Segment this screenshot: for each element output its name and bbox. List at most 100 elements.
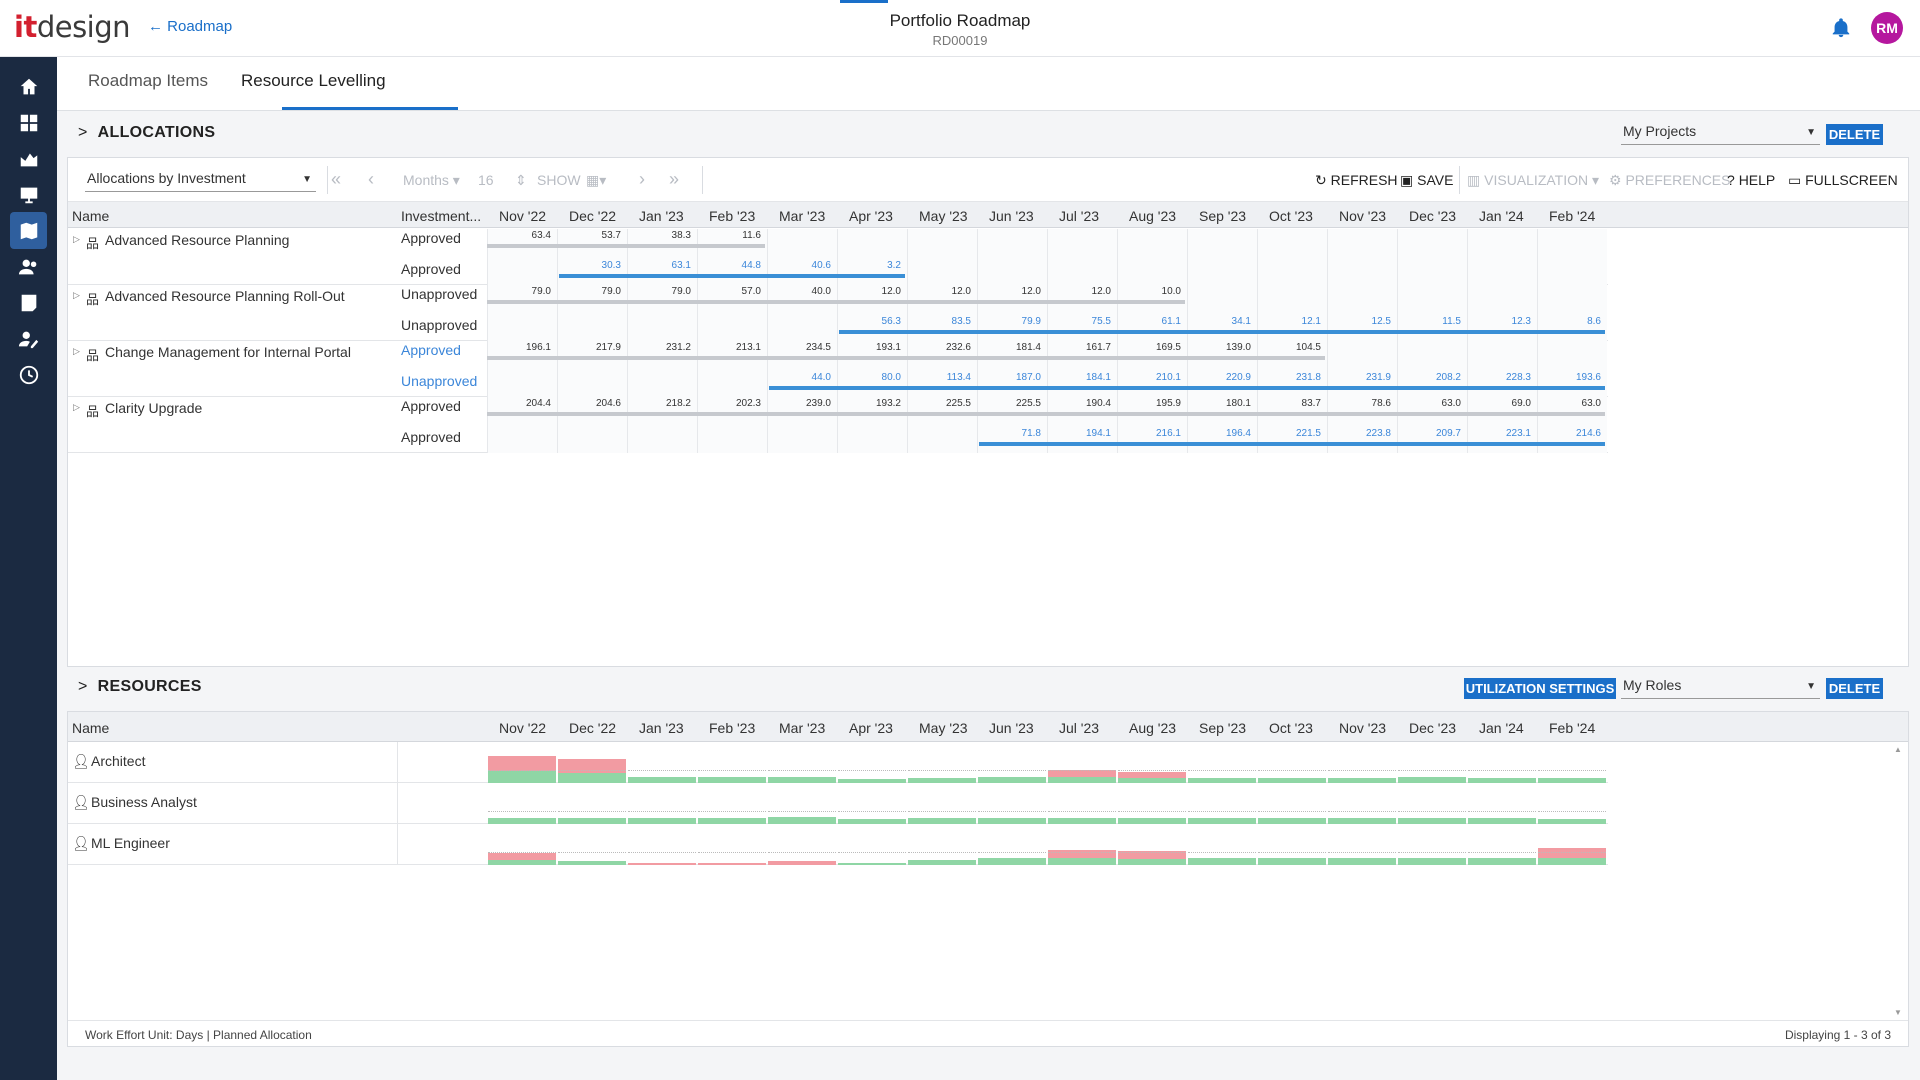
expand-icon[interactable]: ▷ (73, 234, 80, 245)
allocation-value[interactable]: 225.5 (931, 398, 971, 409)
allocation-value[interactable]: 75.5 (1071, 316, 1111, 327)
utilization-cell[interactable] (1398, 824, 1466, 865)
calendar-icon[interactable]: ▦▾ (586, 172, 606, 189)
utilization-cell[interactable] (908, 742, 976, 783)
fullscreen-button[interactable]: ▭ FULLSCREEN (1788, 172, 1898, 189)
view-select[interactable]: Allocations by Investment ▼ (85, 170, 316, 192)
approved-allocation-bar[interactable] (487, 412, 1605, 416)
allocation-value[interactable]: 214.6 (1561, 428, 1601, 439)
utilization-cell[interactable] (1048, 824, 1116, 865)
allocation-value[interactable]: 38.3 (651, 230, 691, 241)
utilization-cell[interactable] (838, 824, 906, 865)
scrollbar[interactable]: ▲ ▼ (1894, 745, 1906, 1017)
allocation-value[interactable]: 220.9 (1211, 372, 1251, 383)
people-icon[interactable] (10, 248, 47, 285)
allocation-value[interactable]: 210.1 (1141, 372, 1181, 383)
utilization-cell[interactable] (1118, 742, 1186, 783)
allocation-value[interactable]: 190.4 (1071, 398, 1111, 409)
allocation-value[interactable]: 11.6 (721, 230, 761, 241)
allocation-value[interactable]: 228.3 (1491, 372, 1531, 383)
avatar[interactable]: RM (1871, 12, 1903, 44)
table-row[interactable]: ▷ 品 Change Management for Internal Portal A… (68, 341, 1608, 397)
allocation-value[interactable]: 218.2 (651, 398, 691, 409)
utilization-cell[interactable] (1118, 783, 1186, 824)
utilization-cell[interactable] (1398, 742, 1466, 783)
last-page-icon[interactable]: » (669, 169, 679, 190)
utilization-cell[interactable] (628, 824, 696, 865)
allocation-value[interactable]: 30.3 (581, 260, 621, 271)
allocation-value[interactable]: 231.2 (651, 342, 691, 353)
allocation-value[interactable]: 12.0 (931, 286, 971, 297)
allocation-value[interactable]: 12.1 (1281, 316, 1321, 327)
first-page-icon[interactable]: « (331, 169, 341, 190)
resource-manage-icon[interactable] (10, 320, 47, 357)
allocation-value[interactable]: 113.4 (931, 372, 971, 383)
allocation-value[interactable]: 44.8 (721, 260, 761, 271)
previous-icon[interactable]: ‹ (368, 169, 374, 190)
resources-section-header[interactable]: > RESOURCES (78, 678, 202, 696)
approved-allocation-bar[interactable] (487, 356, 1325, 360)
allocation-value[interactable]: 223.8 (1351, 428, 1391, 439)
scroll-down-icon[interactable]: ▼ (1894, 1008, 1902, 1017)
allocation-value[interactable]: 12.0 (1001, 286, 1041, 297)
allocation-value[interactable]: 161.7 (1071, 342, 1111, 353)
presentation-icon[interactable] (10, 176, 47, 213)
utilization-cell[interactable] (978, 824, 1046, 865)
allocations-delete-button[interactable]: DELETE (1826, 124, 1883, 145)
allocation-value[interactable]: 139.0 (1211, 342, 1251, 353)
expand-icon[interactable]: ▷ (73, 402, 80, 413)
utilization-cell[interactable] (768, 783, 836, 824)
utilization-cell[interactable] (1328, 824, 1396, 865)
col-status-header[interactable]: Investment... (401, 208, 481, 224)
allocation-value[interactable]: 239.0 (791, 398, 831, 409)
period-select[interactable]: Months ▾ (403, 172, 460, 189)
allocation-value[interactable]: 231.8 (1281, 372, 1321, 383)
allocation-value[interactable]: 79.0 (651, 286, 691, 297)
refresh-button[interactable]: ↻ REFRESH (1315, 172, 1398, 189)
utilization-cell[interactable] (558, 783, 626, 824)
utilization-cell[interactable] (1538, 824, 1606, 865)
tab-roadmap-items[interactable]: Roadmap Items (88, 71, 208, 91)
allocation-value[interactable]: 223.1 (1491, 428, 1531, 439)
utilization-cell[interactable] (1538, 783, 1606, 824)
bell-icon[interactable] (1830, 16, 1852, 40)
allocation-value[interactable]: 79.0 (581, 286, 621, 297)
res-col-name-header[interactable]: Name (72, 720, 109, 736)
allocation-value[interactable]: 3.2 (861, 260, 901, 271)
allocation-value[interactable]: 221.5 (1281, 428, 1321, 439)
allocation-value[interactable]: 78.6 (1351, 398, 1391, 409)
utilization-cell[interactable] (1468, 824, 1536, 865)
period-count-stepper[interactable]: 16 (478, 172, 494, 188)
roadmap-icon[interactable] (10, 212, 47, 249)
resources-delete-button[interactable]: DELETE (1826, 678, 1883, 699)
resource-row[interactable]: 👤︎ ML Engineer (68, 824, 1608, 865)
utilization-cell[interactable] (628, 742, 696, 783)
utilization-cell[interactable] (1328, 783, 1396, 824)
allocation-value[interactable]: 232.6 (931, 342, 971, 353)
allocation-value[interactable]: 83.5 (931, 316, 971, 327)
utilization-cell[interactable] (1328, 742, 1396, 783)
visualization-button[interactable]: ▥ VISUALIZATION ▾ (1467, 172, 1599, 189)
next-icon[interactable]: › (639, 169, 645, 190)
utilization-cell[interactable] (1118, 824, 1186, 865)
allocation-value[interactable]: 204.4 (511, 398, 551, 409)
utilization-cell[interactable] (908, 824, 976, 865)
allocation-value[interactable]: 184.1 (1071, 372, 1111, 383)
utilization-cell[interactable] (628, 783, 696, 824)
allocation-value[interactable]: 187.0 (1001, 372, 1041, 383)
allocation-value[interactable]: 181.4 (1001, 342, 1041, 353)
allocation-value[interactable]: 180.1 (1211, 398, 1251, 409)
allocation-value[interactable]: 61.1 (1141, 316, 1181, 327)
timesheet-icon[interactable] (10, 284, 47, 321)
allocation-value[interactable]: 63.0 (1561, 398, 1601, 409)
allocation-value[interactable]: 209.7 (1421, 428, 1461, 439)
investment-name[interactable]: Change Management for Internal Portal (105, 344, 351, 360)
stepper-arrows-icon[interactable]: ⇕ (515, 172, 527, 189)
utilization-cell[interactable] (1258, 742, 1326, 783)
allocation-value[interactable]: 193.2 (861, 398, 901, 409)
utilization-cell[interactable] (1188, 783, 1256, 824)
utilization-cell[interactable] (1468, 783, 1536, 824)
utilization-cell[interactable] (1188, 824, 1256, 865)
utilization-cell[interactable] (1258, 783, 1326, 824)
allocation-value[interactable]: 11.5 (1421, 316, 1461, 327)
